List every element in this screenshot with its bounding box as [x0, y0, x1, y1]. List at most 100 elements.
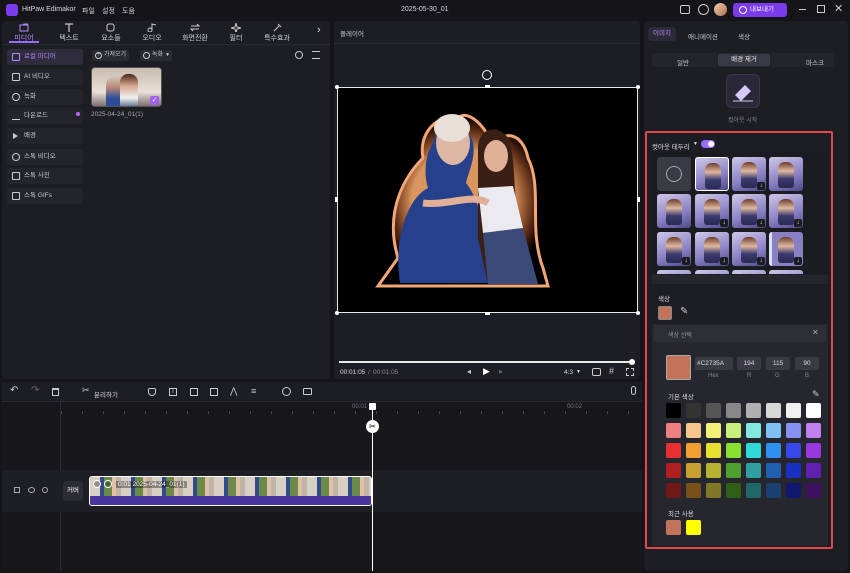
resize-handle[interactable] — [636, 85, 640, 89]
resize-handle[interactable] — [335, 311, 339, 315]
aspect-ratio-select[interactable]: 4:3 — [564, 369, 573, 376]
color-swatch[interactable] — [806, 423, 821, 438]
green-input[interactable]: 115 — [766, 357, 790, 370]
selected-color-swatch[interactable] — [658, 306, 672, 320]
microphone-icon[interactable] — [631, 386, 636, 395]
style-thumb[interactable]: ↓ — [657, 232, 691, 266]
color-swatch[interactable] — [726, 403, 741, 418]
tool-media[interactable]: 미디어 — [7, 23, 41, 43]
redo-icon[interactable]: ↷ — [31, 385, 39, 396]
color-swatch[interactable] — [786, 443, 801, 458]
scissors-icon[interactable]: ✂ — [82, 385, 90, 396]
undo-icon[interactable]: ↶ — [10, 385, 18, 396]
tool-filter[interactable]: 필터 — [219, 23, 253, 43]
media-thumbnail[interactable]: ✓ — [91, 67, 162, 107]
style-thumb[interactable]: ↓ — [732, 232, 766, 266]
style-thumb[interactable]: ↓ — [695, 232, 729, 266]
resize-handle[interactable] — [485, 85, 490, 88]
crop-icon[interactable] — [190, 388, 198, 396]
subtab-general[interactable]: 일반 — [677, 57, 689, 67]
color-swatch[interactable] — [766, 443, 781, 458]
play-icon[interactable]: ▶ — [483, 366, 490, 377]
sidebar-item-ai-video[interactable]: AI 비디오 — [7, 69, 83, 85]
tab-animation[interactable]: 애니메이션 — [688, 31, 718, 41]
color-swatch[interactable] — [706, 403, 721, 418]
tool-transition[interactable]: 화면전환 — [178, 23, 212, 43]
minimize-icon[interactable] — [799, 9, 806, 10]
color-swatch[interactable] — [666, 423, 681, 438]
style-thumb[interactable] — [769, 270, 803, 274]
style-thumb[interactable]: ↓ — [732, 194, 766, 228]
color-swatch[interactable] — [726, 463, 741, 478]
close-icon[interactable]: ✕ — [834, 2, 843, 15]
snapshot-icon[interactable] — [592, 368, 601, 376]
color-swatch[interactable] — [706, 443, 721, 458]
avatar[interactable] — [714, 3, 727, 16]
cutout-start-button[interactable] — [726, 74, 760, 108]
color-swatch[interactable] — [666, 403, 681, 418]
align-icon[interactable]: ≡ — [251, 386, 256, 396]
prev-frame-icon[interactable]: ◂ — [467, 367, 471, 376]
color-swatch[interactable] — [806, 403, 821, 418]
color-swatch[interactable] — [746, 463, 761, 478]
color-swatch[interactable] — [806, 443, 821, 458]
hex-input[interactable]: #C2735A — [695, 357, 733, 370]
import-button[interactable]: + 가져오기 — [92, 50, 130, 61]
color-swatch[interactable] — [666, 463, 681, 478]
color-swatch[interactable] — [706, 463, 721, 478]
color-swatch[interactable] — [686, 443, 701, 458]
progress-knob[interactable] — [629, 359, 635, 365]
subtab-bg-removal[interactable]: 배경 제거 — [718, 54, 770, 66]
color-swatch[interactable] — [786, 463, 801, 478]
video-clip[interactable]: 0:01 2025-04-24_01(1) — [89, 476, 372, 506]
color-swatch[interactable] — [766, 483, 781, 498]
resize-handle[interactable] — [335, 197, 338, 202]
color-swatch[interactable] — [726, 443, 741, 458]
menu-file[interactable]: 파일 — [82, 6, 95, 16]
close-icon[interactable]: ✕ — [812, 328, 819, 337]
outline-toggle[interactable] — [701, 140, 715, 148]
face-icon[interactable] — [282, 387, 291, 396]
resize-handle[interactable] — [335, 85, 339, 89]
download-circle-icon[interactable] — [698, 4, 709, 15]
split-button[interactable]: 분리하기 — [94, 389, 118, 399]
red-input[interactable]: 194 — [737, 357, 761, 370]
shield-icon[interactable] — [148, 388, 156, 396]
menu-settings[interactable]: 설정 — [102, 6, 115, 16]
style-thumb[interactable] — [657, 194, 691, 228]
style-thumb[interactable] — [695, 157, 729, 191]
resize-handle[interactable] — [636, 311, 640, 315]
chevron-right-icon[interactable]: › — [317, 24, 321, 36]
sidebar-item-stock-gifs[interactable]: 스톡 GIFs — [7, 188, 83, 204]
delete-icon[interactable] — [52, 388, 59, 396]
recent-color-swatch[interactable] — [686, 520, 701, 535]
style-thumb[interactable] — [695, 270, 729, 274]
tab-image[interactable]: 이미지 — [648, 27, 676, 41]
grid-icon[interactable]: # — [609, 366, 614, 376]
resize-handle[interactable] — [485, 312, 490, 315]
sidebar-item-stock-video[interactable]: 스톡 비디오 — [7, 149, 83, 165]
mirror-icon[interactable]: ⋀ — [230, 386, 237, 397]
color-swatch[interactable] — [806, 463, 821, 478]
tab-color[interactable]: 색상 — [738, 31, 750, 41]
tool-text[interactable]: 텍스트 — [52, 23, 86, 43]
style-none[interactable] — [657, 157, 691, 191]
track-visibility-icon[interactable] — [28, 487, 35, 493]
sidebar-item-background[interactable]: 배경 — [7, 128, 83, 144]
style-thumb[interactable]: ↓ — [732, 157, 766, 191]
recent-color-swatch[interactable] — [666, 520, 681, 535]
color-swatch[interactable] — [726, 483, 741, 498]
color-swatch[interactable] — [766, 463, 781, 478]
search-icon[interactable] — [295, 51, 303, 59]
text-box-icon[interactable]: T — [169, 388, 177, 396]
cover-button[interactable]: 커버 — [63, 481, 83, 501]
color-swatch[interactable] — [706, 483, 721, 498]
blue-input[interactable]: 90 — [795, 357, 819, 370]
resize-handle[interactable] — [637, 197, 640, 202]
style-thumb[interactable] — [657, 270, 691, 274]
color-swatch[interactable] — [686, 483, 701, 498]
fullscreen-icon[interactable] — [626, 368, 634, 376]
next-frame-icon[interactable]: ▸ — [499, 367, 503, 376]
sidebar-item-record[interactable]: 녹화 — [7, 89, 83, 105]
playhead-handle[interactable] — [369, 403, 376, 410]
